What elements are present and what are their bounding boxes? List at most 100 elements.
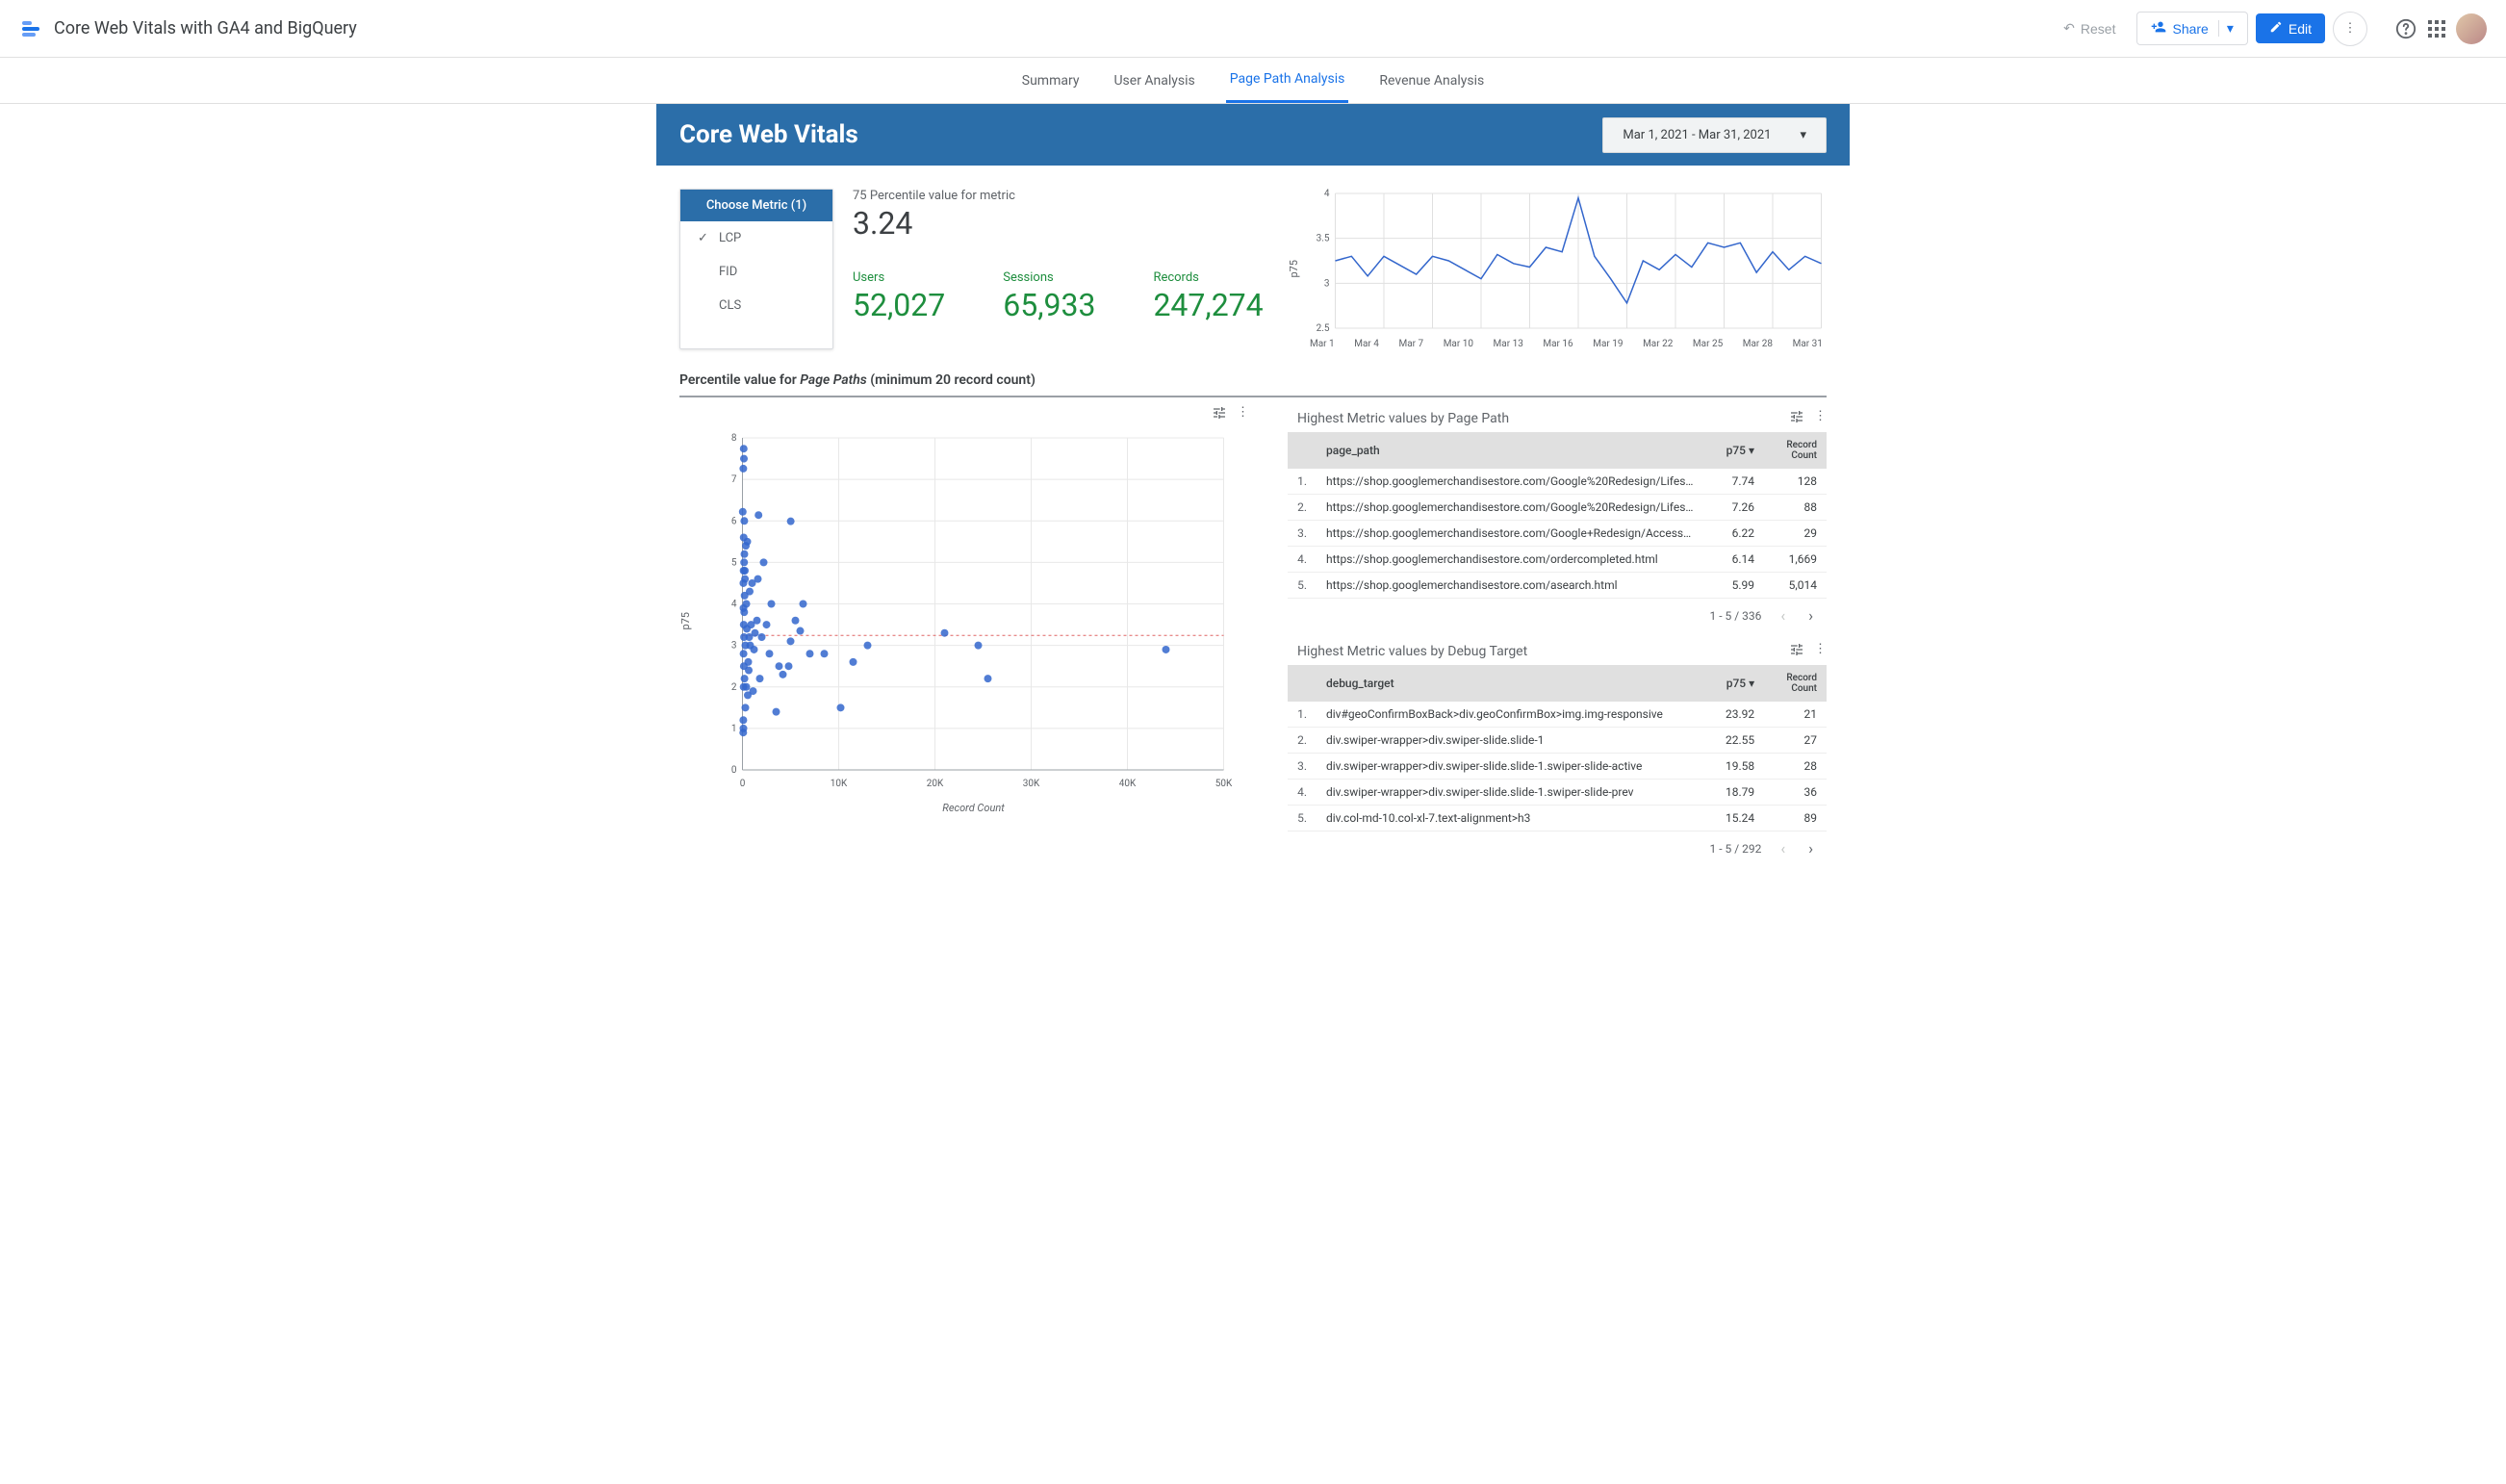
table-row[interactable]: 2. https://shop.googlemerchandisestore.c… bbox=[1288, 495, 1827, 521]
reset-button[interactable]: ↶ Reset bbox=[2050, 13, 2129, 43]
row-p75: 15.24 bbox=[1703, 806, 1764, 832]
row-p75: 7.26 bbox=[1704, 495, 1764, 521]
metric-option-lcp[interactable]: ✓LCP bbox=[680, 221, 832, 255]
prev-page-button[interactable]: ‹ bbox=[1777, 606, 1789, 625]
scatter-chart-svg[interactable]: 012345678010K20K30K40K50K bbox=[698, 428, 1249, 794]
row-path: div.swiper-wrapper>div.swiper-slide.slid… bbox=[1317, 754, 1703, 780]
metric-filter-header[interactable]: Choose Metric (1) bbox=[680, 190, 832, 221]
col-record-count[interactable]: RecordCount bbox=[1764, 665, 1827, 702]
svg-text:10K: 10K bbox=[831, 779, 848, 789]
more-vert-icon[interactable]: ⋮ bbox=[1237, 405, 1249, 424]
chevron-down-icon[interactable]: ▾ bbox=[2218, 20, 2234, 37]
user-avatar[interactable] bbox=[2456, 13, 2487, 44]
more-options-button[interactable]: ⋮ bbox=[2333, 12, 2367, 46]
scorecard-records: Records 247,274 bbox=[1153, 270, 1263, 323]
metric-option-label: CLS bbox=[719, 298, 741, 313]
tab-summary[interactable]: Summary bbox=[1018, 60, 1084, 102]
col-page-path[interactable]: page_path bbox=[1317, 432, 1704, 469]
row-path: div.swiper-wrapper>div.swiper-slide.slid… bbox=[1317, 780, 1703, 806]
row-count: 27 bbox=[1764, 728, 1827, 754]
next-page-button[interactable]: › bbox=[1804, 606, 1817, 625]
col-p75[interactable]: p75 ▾ bbox=[1704, 432, 1764, 469]
share-button[interactable]: Share ▾ bbox=[2136, 12, 2247, 45]
col-p75[interactable]: p75 ▾ bbox=[1703, 665, 1764, 702]
svg-text:2.5: 2.5 bbox=[1317, 323, 1330, 333]
row-p75: 6.14 bbox=[1704, 547, 1764, 573]
report-body: Core Web Vitals Mar 1, 2021 - Mar 31, 20… bbox=[656, 104, 1850, 869]
table-page-path-table[interactable]: page_path p75 ▾ RecordCount 1. https://s… bbox=[1288, 432, 1827, 599]
apps-grid-icon[interactable] bbox=[2425, 17, 2448, 40]
chevron-down-icon: ▾ bbox=[1800, 128, 1806, 142]
metric-filter: Choose Metric (1) ✓LCP FID CLS bbox=[679, 189, 833, 349]
person-add-icon bbox=[2151, 19, 2166, 38]
table-row[interactable]: 5. div.col-md-10.col-xl-7.text-alignment… bbox=[1288, 806, 1827, 832]
row-p75: 23.92 bbox=[1703, 702, 1764, 728]
svg-text:40K: 40K bbox=[1119, 779, 1137, 789]
row-path: https://shop.googlemerchandisestore.com/… bbox=[1317, 573, 1704, 599]
prev-page-button[interactable]: ‹ bbox=[1777, 839, 1789, 857]
table-row[interactable]: 1. https://shop.googlemerchandisestore.c… bbox=[1288, 469, 1827, 495]
table-row[interactable]: 5. https://shop.googlemerchandisestore.c… bbox=[1288, 573, 1827, 599]
row-path: div.col-md-10.col-xl-7.text-alignment>h3 bbox=[1317, 806, 1703, 832]
table-row[interactable]: 2. div.swiper-wrapper>div.swiper-slide.s… bbox=[1288, 728, 1827, 754]
line-chart-svg[interactable]: 2.533.54 bbox=[1306, 189, 1827, 333]
row-count: 88 bbox=[1764, 495, 1827, 521]
help-button[interactable] bbox=[2394, 17, 2417, 40]
row-index: 1. bbox=[1288, 702, 1317, 728]
scorecards: 75 Percentile value for metric 3.24 User… bbox=[853, 189, 1268, 349]
tune-icon[interactable] bbox=[1212, 405, 1227, 424]
row-count: 5,014 bbox=[1764, 573, 1827, 599]
tune-icon[interactable] bbox=[1789, 409, 1804, 428]
tune-icon[interactable] bbox=[1789, 642, 1804, 661]
svg-text:3: 3 bbox=[1324, 278, 1330, 289]
svg-text:7: 7 bbox=[731, 474, 737, 485]
row-count: 28 bbox=[1764, 754, 1827, 780]
date-range-label: Mar 1, 2021 - Mar 31, 2021 bbox=[1623, 128, 1771, 142]
more-vert-icon[interactable]: ⋮ bbox=[1814, 409, 1827, 428]
row-p75: 6.22 bbox=[1704, 521, 1764, 547]
row-index: 2. bbox=[1288, 495, 1317, 521]
line-chart-x-ticks: Mar 1Mar 4Mar 7Mar 10Mar 13Mar 16Mar 19M… bbox=[1306, 339, 1827, 349]
metric-option-label: FID bbox=[719, 265, 737, 279]
table-row[interactable]: 3. https://shop.googlemerchandisestore.c… bbox=[1288, 521, 1827, 547]
table-row[interactable]: 1. div#geoConfirmBoxBack>div.geoConfirmB… bbox=[1288, 702, 1827, 728]
row-path: https://shop.googlemerchandisestore.com/… bbox=[1317, 521, 1704, 547]
date-range-picker[interactable]: Mar 1, 2021 - Mar 31, 2021 ▾ bbox=[1602, 117, 1827, 153]
svg-text:20K: 20K bbox=[927, 779, 944, 789]
row-count: 21 bbox=[1764, 702, 1827, 728]
row-path: div.swiper-wrapper>div.swiper-slide.slid… bbox=[1317, 728, 1703, 754]
more-vert-icon[interactable]: ⋮ bbox=[1814, 642, 1827, 661]
svg-text:0: 0 bbox=[731, 765, 737, 776]
table-row[interactable]: 4. https://shop.googlemerchandisestore.c… bbox=[1288, 547, 1827, 573]
row-p75: 22.55 bbox=[1703, 728, 1764, 754]
report-title: Core Web Vitals bbox=[679, 120, 858, 149]
table-debug-target-table[interactable]: debug_target p75 ▾ RecordCount 1. div#ge… bbox=[1288, 665, 1827, 832]
scorecard-p75: 75 Percentile value for metric 3.24 bbox=[853, 189, 1015, 242]
col-record-count[interactable]: RecordCount bbox=[1764, 432, 1827, 469]
share-label: Share bbox=[2172, 21, 2208, 37]
section-title: Percentile value for Page Paths (minimum… bbox=[656, 372, 1850, 388]
col-debug-target[interactable]: debug_target bbox=[1317, 665, 1703, 702]
row-p75: 5.99 bbox=[1704, 573, 1764, 599]
metric-option-cls[interactable]: CLS bbox=[680, 289, 832, 322]
row-path: https://shop.googlemerchandisestore.com/… bbox=[1317, 495, 1704, 521]
tab-user-analysis[interactable]: User Analysis bbox=[1110, 60, 1198, 102]
next-page-button[interactable]: › bbox=[1804, 839, 1817, 857]
row-count: 128 bbox=[1764, 469, 1827, 495]
metric-option-fid[interactable]: FID bbox=[680, 255, 832, 289]
table-row[interactable]: 3. div.swiper-wrapper>div.swiper-slide.s… bbox=[1288, 754, 1827, 780]
page-tabs: Summary User Analysis Page Path Analysis Re… bbox=[0, 58, 2506, 104]
table-page-path-footer: 1 - 5 / 336 ‹ › bbox=[1288, 599, 1827, 625]
reset-label: Reset bbox=[2081, 21, 2116, 37]
svg-text:5: 5 bbox=[731, 557, 737, 568]
row-index: 4. bbox=[1288, 780, 1317, 806]
row-index: 1. bbox=[1288, 469, 1317, 495]
tab-page-path-analysis[interactable]: Page Path Analysis bbox=[1226, 58, 1349, 103]
row-p75: 7.74 bbox=[1704, 469, 1764, 495]
document-title[interactable]: Core Web Vitals with GA4 and BigQuery bbox=[54, 18, 2050, 38]
edit-button[interactable]: Edit bbox=[2256, 13, 2325, 43]
row-index: 3. bbox=[1288, 521, 1317, 547]
table-row[interactable]: 4. div.swiper-wrapper>div.swiper-slide.s… bbox=[1288, 780, 1827, 806]
tab-revenue-analysis[interactable]: Revenue Analysis bbox=[1375, 60, 1488, 102]
row-index: 5. bbox=[1288, 573, 1317, 599]
